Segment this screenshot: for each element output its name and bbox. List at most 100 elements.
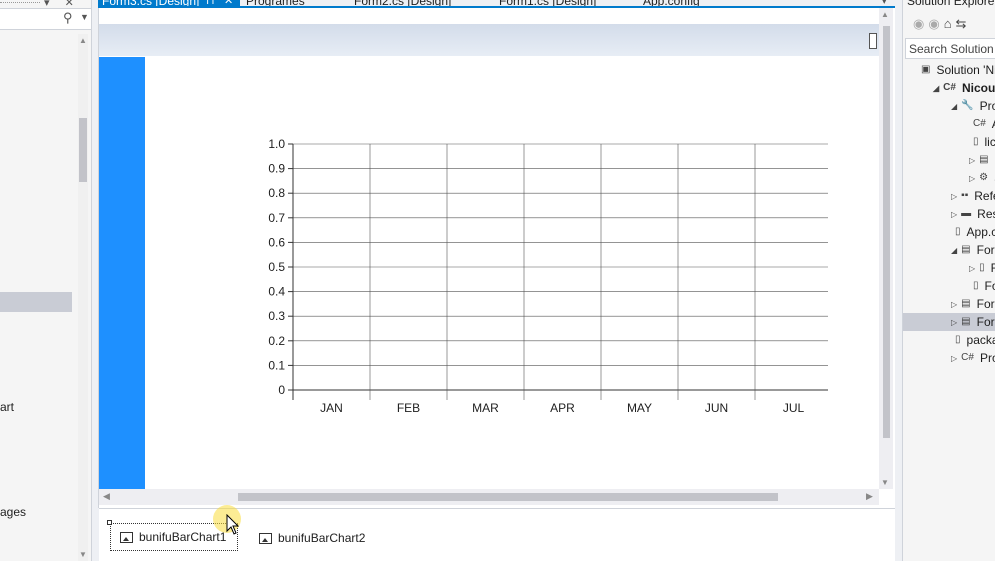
- sync-icon[interactable]: ⇆: [956, 16, 971, 31]
- mouse-cursor-icon: [226, 514, 240, 535]
- tree-item[interactable]: ▷ ▤ Form2.cs: [903, 295, 995, 313]
- x-tick-label: MAR: [472, 401, 499, 415]
- expand-icon[interactable]: ▷: [969, 174, 975, 183]
- tree-item-label: Resources: [977, 207, 995, 221]
- back-icon[interactable]: ◉: [913, 16, 928, 31]
- y-tick-label: 0.5: [268, 260, 285, 274]
- tree-item[interactable]: ▷ ▪▪ References: [903, 187, 995, 205]
- tree-item[interactable]: ▷⚙Settings.settings: [903, 169, 995, 187]
- scroll-up-icon[interactable]: ▲: [881, 10, 889, 19]
- tree-item[interactable]: ▷ C# Program.cs: [903, 349, 995, 367]
- tree-item[interactable]: ◢ C# Nicous: [903, 79, 995, 97]
- y-tick-label: 0.4: [268, 285, 285, 299]
- y-tick-label: 0: [278, 383, 285, 397]
- form-title-bar[interactable]: [99, 24, 879, 56]
- tree-item[interactable]: ▷ ▤ Form3.cs: [903, 313, 995, 331]
- designer-vertical-scroll-thumb[interactable]: [883, 26, 890, 438]
- expand-icon[interactable]: ▷: [969, 264, 975, 273]
- tree-item-label: licenses.licx: [984, 135, 995, 149]
- tree-item-label: References: [974, 189, 995, 203]
- collapse-icon[interactable]: ◢: [951, 246, 957, 255]
- tree-item[interactable]: ▣ Solution 'Nicous': [903, 61, 995, 79]
- selection-handle[interactable]: [107, 520, 112, 525]
- csharp-file-icon: C#: [961, 352, 974, 363]
- scroll-down-icon[interactable]: ▼: [79, 550, 87, 559]
- toolbox-scrollbar[interactable]: [78, 34, 88, 561]
- scroll-down-icon[interactable]: ▼: [881, 478, 889, 487]
- expand-icon[interactable]: ▷: [951, 210, 957, 219]
- search-placeholder: Search Solution Explorer: [909, 42, 995, 56]
- y-tick-label: 1.0: [268, 137, 285, 151]
- toolbox-selected-item[interactable]: [0, 292, 72, 312]
- y-tick-label: 0.8: [268, 186, 285, 200]
- tree-item-label: packages.config: [966, 333, 995, 347]
- solution-explorer-toolbar[interactable]: ◉◉⌂⇆: [913, 16, 970, 32]
- toolbox-panel: ▾ ✕ ⚲ ▼ ▲ ▼ art ages: [0, 0, 92, 561]
- scroll-left-icon[interactable]: ◀: [103, 491, 110, 502]
- x-tick-label: JUN: [705, 401, 728, 415]
- toolbox-scroll-thumb[interactable]: [79, 118, 87, 182]
- home-icon[interactable]: ⌂: [944, 16, 956, 31]
- form-icon: ▤: [961, 316, 971, 327]
- csharp-file-icon: C#: [973, 118, 986, 129]
- chart-component-icon: [259, 532, 272, 544]
- tree-item-label: Solution 'Nicous': [936, 63, 995, 77]
- tray-item-label: bunifuBarChart2: [278, 531, 366, 545]
- tree-item-label: Form1.Designer.cs: [991, 261, 995, 275]
- chevron-down-icon[interactable]: ▼: [80, 12, 89, 22]
- form-control-button[interactable]: [869, 33, 877, 49]
- expand-icon[interactable]: ▷: [951, 300, 957, 309]
- tree-item-label: App.config: [966, 225, 995, 239]
- search-icon[interactable]: ⚲: [63, 10, 73, 26]
- tree-item[interactable]: ▯ licenses.licx: [903, 133, 995, 151]
- x-tick-label: MAY: [627, 401, 652, 415]
- y-tick-label: 0.2: [268, 334, 285, 348]
- forward-icon[interactable]: ◉: [928, 16, 943, 31]
- form-icon: ▤: [961, 298, 971, 309]
- tree-item[interactable]: ◢ 🔧 Properties: [903, 97, 995, 115]
- toolbox-item-label[interactable]: art: [0, 400, 14, 414]
- tree-item[interactable]: ▯ packages.config: [903, 331, 995, 349]
- file-icon: ▯: [973, 136, 979, 147]
- designer-horizontal-scroll-thumb[interactable]: [238, 493, 778, 501]
- tree-item[interactable]: ▷ ▯ Form1.Designer.cs: [903, 259, 995, 277]
- solution-explorer-panel: Solution Explorer ◉◉⌂⇆ Search Solution E…: [902, 0, 995, 561]
- expand-icon[interactable]: ▷: [951, 192, 957, 201]
- y-tick-label: 0.7: [268, 211, 285, 225]
- y-tick-label: 0.3: [268, 309, 285, 323]
- resources-icon: ▤: [979, 154, 989, 165]
- scroll-right-icon[interactable]: ▶: [866, 491, 873, 502]
- collapse-icon[interactable]: ◢: [951, 102, 957, 111]
- config-file-icon: ▯: [955, 334, 961, 345]
- bar-chart[interactable]: 0 0.1 0.2 0.3 0.4 0.5 0.6 0.7 0.8 0.9 1.0 JAN FEB MAR…: [145, 57, 878, 489]
- wrench-icon: 🔧: [961, 100, 974, 111]
- tray-item-bunifubarchart2[interactable]: bunifuBarChart2: [259, 528, 365, 548]
- toolbox-search-input[interactable]: [0, 8, 92, 30]
- form-side-panel[interactable]: [99, 57, 145, 489]
- designer-file-icon: ▯: [979, 262, 985, 273]
- tree-item[interactable]: C#AssemblyInfo.cs: [903, 115, 995, 133]
- tree-item[interactable]: ▯ App.config: [903, 223, 995, 241]
- collapse-icon[interactable]: ◢: [933, 84, 939, 93]
- tree-item-label: Form1.resx: [984, 279, 995, 293]
- tree-item[interactable]: ▷ ▬ Resources: [903, 205, 995, 223]
- panel-title: Solution Explorer: [907, 0, 995, 8]
- tree-item[interactable]: ▷▤Resources.resx: [903, 151, 995, 169]
- expand-icon[interactable]: ▷: [951, 318, 957, 327]
- expand-icon[interactable]: ▷: [951, 354, 957, 363]
- resx-file-icon: ▯: [973, 280, 979, 291]
- x-tick-label: APR: [550, 401, 575, 415]
- y-tick-label: 0.9: [268, 162, 285, 176]
- config-file-icon: ▯: [955, 226, 961, 237]
- tree-item[interactable]: ◢ ▤ Form1.cs: [903, 241, 995, 259]
- scroll-up-icon[interactable]: ▲: [79, 36, 87, 45]
- references-icon: ▪▪: [961, 190, 969, 201]
- expand-icon[interactable]: ▷: [969, 156, 975, 165]
- toolbox-item-label[interactable]: ages: [0, 505, 26, 519]
- csharp-project-icon: C#: [943, 82, 956, 93]
- tray-item-label: bunifuBarChart1: [139, 530, 227, 544]
- chart-component-icon: [120, 531, 133, 543]
- x-tick-label: FEB: [397, 401, 420, 415]
- x-tick-label: JUL: [783, 401, 805, 415]
- tree-item[interactable]: ▯ Form1.resx: [903, 277, 995, 295]
